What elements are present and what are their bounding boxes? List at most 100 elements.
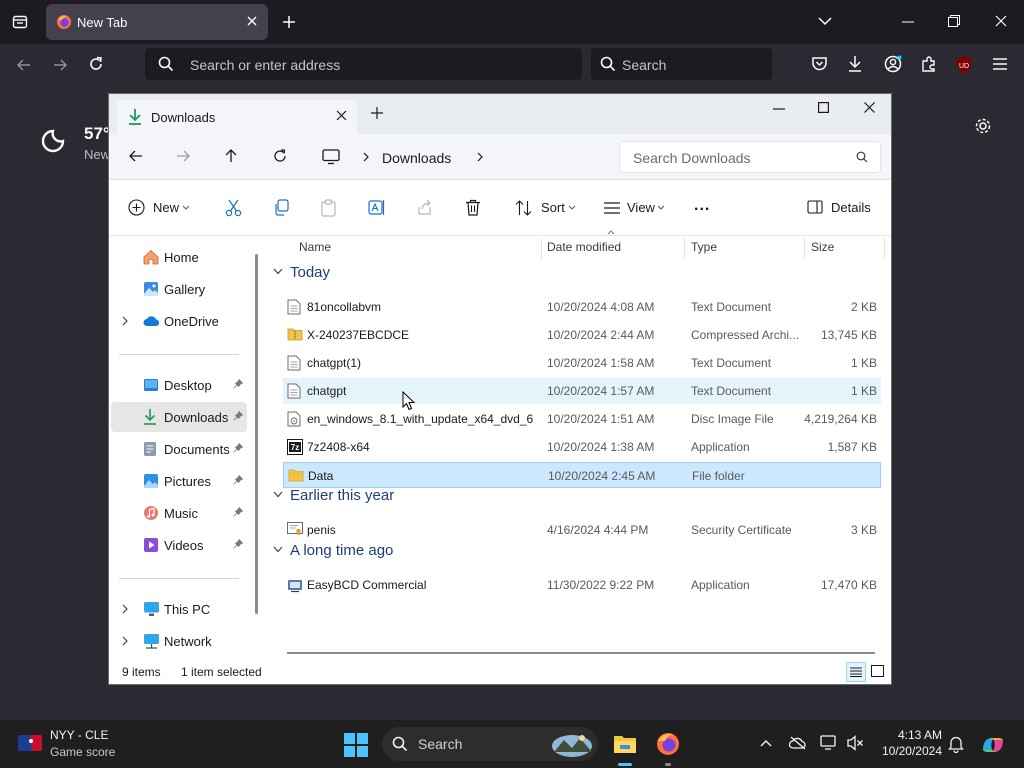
taskbar-file-explorer[interactable] <box>609 728 641 766</box>
taskbar-clock[interactable]: 4:13 AM 10/20/2024 <box>876 728 942 758</box>
close-window-icon[interactable] <box>864 102 875 113</box>
add-tab-plus-icon[interactable] <box>371 107 383 119</box>
pin-icon[interactable] <box>233 443 243 453</box>
refresh-icon[interactable] <box>272 148 288 164</box>
rename-icon[interactable] <box>368 199 386 216</box>
windows-start-icon[interactable] <box>344 733 368 757</box>
file-row[interactable]: X-240237EBCDCE 10/20/2024 2:44 AM Compre… <box>283 322 881 348</box>
new-tab-settings-gear-icon[interactable] <box>974 117 992 135</box>
this-pc-monitor-icon[interactable] <box>322 149 340 165</box>
large-icons-view-toggle[interactable] <box>868 662 888 682</box>
column-header-type[interactable]: Type <box>691 240 717 254</box>
sidebar-item-downloads[interactable]: Downloads <box>111 402 247 432</box>
taskbar-firefox[interactable] <box>652 728 684 766</box>
pocket-icon[interactable] <box>811 56 828 72</box>
column-divider[interactable] <box>684 238 685 260</box>
network-status-icon[interactable] <box>820 735 838 751</box>
reload-icon[interactable] <box>88 56 104 72</box>
sort-button[interactable]: Sort <box>515 199 577 219</box>
restore-icon[interactable] <box>948 15 960 27</box>
file-row[interactable]: EasyBCD Commercial 11/30/2022 9:22 PM Ap… <box>283 572 881 598</box>
breadcrumb-segment-downloads[interactable]: Downloads <box>382 150 451 166</box>
delete-trash-icon[interactable] <box>465 199 481 216</box>
file-row[interactable]: 7z 7z2408-x64 10/20/2024 1:38 AM Applica… <box>283 434 881 460</box>
pin-icon[interactable] <box>233 507 243 517</box>
cut-scissors-icon[interactable] <box>225 199 242 217</box>
browser-search-bar[interactable]: Search <box>591 48 772 80</box>
search-downloads-input[interactable]: Search Downloads <box>619 141 881 173</box>
column-header-name[interactable]: Name <box>299 240 331 254</box>
breadcrumb[interactable]: Downloads <box>319 141 611 173</box>
hamburger-menu-icon[interactable] <box>992 57 1008 71</box>
file-row[interactable]: en_windows_8.1_with_update_x64_dvd_6... … <box>283 406 881 432</box>
sidebar-item-documents[interactable]: Documents <box>111 434 247 464</box>
sidebar-item-home[interactable]: Home <box>111 242 247 272</box>
extensions-puzzle-icon[interactable] <box>920 55 938 73</box>
expand-chevron-icon[interactable] <box>122 316 128 326</box>
sidebar-item-network[interactable]: Network <box>111 626 247 656</box>
minimize-icon[interactable] <box>902 21 914 23</box>
show-hidden-icons-chevron-icon[interactable] <box>760 739 772 747</box>
explorer-tab-downloads[interactable]: Downloads <box>117 100 357 134</box>
close-tab-icon[interactable] <box>336 110 347 121</box>
pin-icon[interactable] <box>233 379 243 389</box>
pin-icon[interactable] <box>233 539 243 549</box>
address-bar[interactable]: Search or enter address <box>145 48 582 80</box>
view-button[interactable]: View <box>603 199 667 219</box>
sidebar-item-videos[interactable]: Videos <box>111 530 247 560</box>
sidebar-item-desktop[interactable]: Desktop <box>111 370 247 400</box>
column-header-date-modified[interactable]: Date modified <box>547 240 621 254</box>
browser-tab-new-tab[interactable]: New Tab <box>46 4 268 40</box>
sidebar-scrollbar[interactable] <box>255 254 258 614</box>
list-all-tabs-chevron-icon[interactable] <box>818 16 832 26</box>
onedrive-offline-icon[interactable] <box>789 736 807 750</box>
pin-icon[interactable] <box>233 475 243 485</box>
expand-chevron-icon[interactable] <box>122 636 128 646</box>
sidebar-item-this-pc[interactable]: This PC <box>111 594 247 624</box>
pin-icon[interactable] <box>233 411 243 421</box>
back-arrow-icon[interactable] <box>16 57 32 73</box>
file-row[interactable]: chatgpt 10/20/2024 1:57 AM Text Document… <box>283 378 881 404</box>
downloads-arrow-icon <box>143 408 157 426</box>
file-row[interactable]: 81oncollabvm 10/20/2024 4:08 AM Text Doc… <box>283 294 881 320</box>
share-icon[interactable] <box>416 199 433 216</box>
copilot-icon[interactable] <box>980 732 1006 758</box>
ublock-origin-icon[interactable]: UD <box>955 55 973 75</box>
forward-arrow-icon[interactable] <box>175 148 191 164</box>
details-view-toggle[interactable] <box>846 662 866 682</box>
close-tab-icon[interactable] <box>246 15 258 27</box>
details-pane-button[interactable]: Details <box>807 199 873 219</box>
new-tab-plus-icon[interactable] <box>282 15 296 29</box>
back-arrow-icon[interactable] <box>128 148 144 164</box>
notification-bell-icon[interactable] <box>948 735 964 753</box>
sidebar-item-onedrive[interactable]: OneDrive <box>111 306 247 336</box>
column-header-size[interactable]: Size <box>811 240 834 254</box>
sidebar-item-music[interactable]: Music <box>111 498 247 528</box>
sidebar-item-pictures[interactable]: Pictures <box>111 466 247 496</box>
see-more-ellipsis[interactable]: ... <box>694 197 710 215</box>
up-arrow-icon[interactable] <box>223 148 239 164</box>
volume-muted-icon[interactable] <box>846 735 864 751</box>
breadcrumb-chevron-icon[interactable] <box>477 152 483 162</box>
close-window-icon[interactable] <box>995 15 1007 27</box>
expand-chevron-icon[interactable] <box>122 604 128 614</box>
maximize-icon[interactable] <box>818 102 829 113</box>
column-divider[interactable] <box>804 238 805 260</box>
file-row-selected[interactable]: Data 10/20/2024 2:45 AM File folder <box>283 462 881 488</box>
firefox-view-icon[interactable] <box>12 14 28 30</box>
breadcrumb-chevron-icon[interactable] <box>363 152 369 162</box>
file-row[interactable]: penis 4/16/2024 4:44 PM Security Certifi… <box>283 517 881 543</box>
copy-icon[interactable] <box>273 199 290 216</box>
sidebar-item-gallery[interactable]: Gallery <box>111 274 247 304</box>
downloads-icon[interactable] <box>847 55 863 73</box>
horizontal-scrollbar[interactable] <box>287 652 875 654</box>
column-divider[interactable] <box>884 238 885 260</box>
minimize-icon[interactable] <box>773 108 785 110</box>
new-button[interactable]: New <box>128 199 194 219</box>
account-icon[interactable] <box>884 55 902 73</box>
column-divider[interactable] <box>541 238 542 260</box>
paste-clipboard-icon[interactable] <box>321 199 336 217</box>
file-row[interactable]: chatgpt(1) 10/20/2024 1:58 AM Text Docum… <box>283 350 881 376</box>
taskbar-search-box[interactable]: Search <box>382 727 598 761</box>
forward-arrow-icon[interactable] <box>52 57 68 73</box>
